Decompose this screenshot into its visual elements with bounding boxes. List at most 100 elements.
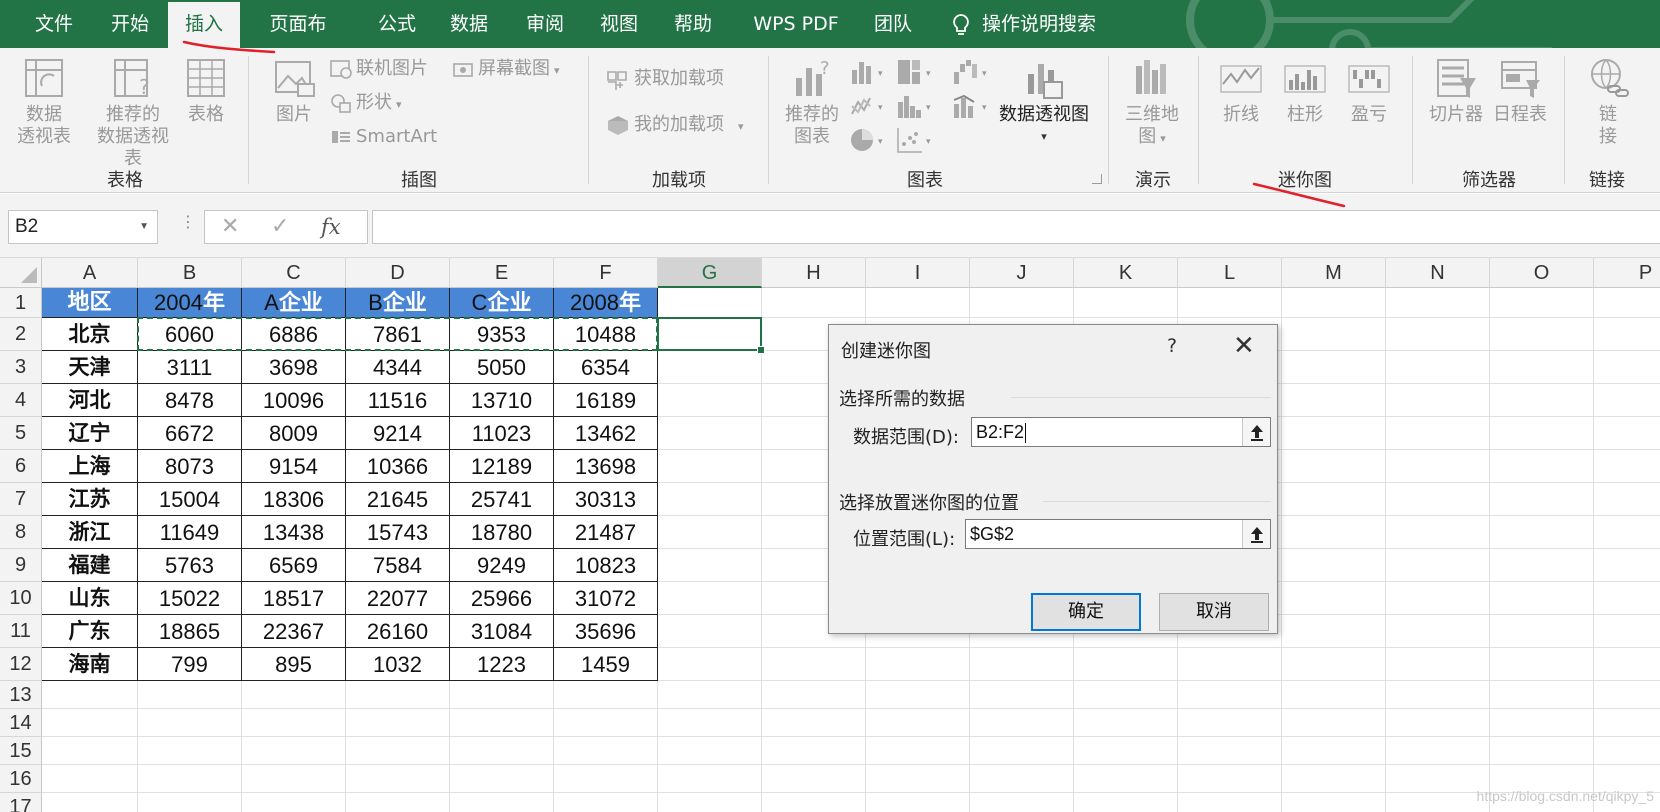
value-cell[interactable]: 30313	[554, 483, 658, 516]
insert-function-icon[interactable]: fx	[321, 211, 341, 243]
empty-cell[interactable]	[658, 582, 762, 615]
empty-cell[interactable]	[1386, 549, 1490, 582]
shapes-button[interactable]: 形状 ▾	[330, 90, 402, 118]
empty-cell[interactable]	[970, 681, 1074, 709]
value-cell[interactable]: 1459	[554, 648, 658, 681]
empty-cell[interactable]	[42, 793, 138, 812]
empty-cell[interactable]	[1178, 737, 1282, 765]
row-header[interactable]: 17	[0, 793, 42, 812]
empty-cell[interactable]	[762, 681, 866, 709]
value-cell[interactable]: 26160	[346, 615, 450, 648]
region-cell[interactable]: 福建	[42, 549, 138, 582]
row-header[interactable]: 9	[0, 549, 42, 582]
empty-cell[interactable]	[1074, 648, 1178, 681]
region-cell[interactable]: 浙江	[42, 516, 138, 549]
row-header[interactable]: 11	[0, 615, 42, 648]
empty-cell[interactable]	[1386, 384, 1490, 417]
value-cell[interactable]: 1032	[346, 648, 450, 681]
empty-cell[interactable]	[450, 709, 554, 737]
empty-cell[interactable]	[658, 516, 762, 549]
empty-cell[interactable]	[1282, 681, 1386, 709]
tab-view[interactable]: 视图	[592, 0, 646, 48]
empty-cell[interactable]	[554, 793, 658, 812]
empty-cell[interactable]	[866, 648, 970, 681]
empty-cell[interactable]	[450, 765, 554, 793]
value-cell[interactable]: 15004	[138, 483, 242, 516]
pie-chart-icon[interactable]: ▾	[850, 126, 890, 154]
empty-cell[interactable]	[1386, 765, 1490, 793]
empty-cell[interactable]	[658, 384, 762, 417]
scatter-chart-icon[interactable]: ▾	[896, 126, 936, 154]
empty-cell[interactable]	[1282, 516, 1386, 549]
empty-cell[interactable]	[1282, 351, 1386, 384]
empty-cell[interactable]	[658, 648, 762, 681]
empty-cell[interactable]	[1386, 417, 1490, 450]
tell-me-search[interactable]: 操作说明搜索	[948, 0, 1108, 48]
pivot-chart-button[interactable]: 数据透视图 ▾	[996, 56, 1092, 148]
empty-cell[interactable]	[346, 709, 450, 737]
formula-input[interactable]	[372, 210, 1660, 244]
empty-cell[interactable]	[1282, 417, 1386, 450]
value-cell[interactable]: 21487	[554, 516, 658, 549]
value-cell[interactable]: 13710	[450, 384, 554, 417]
empty-cell[interactable]	[658, 615, 762, 648]
value-cell[interactable]: 18865	[138, 615, 242, 648]
cancel-button[interactable]: 取消	[1159, 593, 1269, 631]
empty-cell[interactable]	[138, 737, 242, 765]
combo-chart-icon[interactable]: ▾	[952, 92, 992, 120]
region-cell[interactable]: 辽宁	[42, 417, 138, 450]
empty-cell[interactable]	[242, 709, 346, 737]
value-cell[interactable]: 18517	[242, 582, 346, 615]
line-chart-icon[interactable]: ▾	[850, 92, 890, 120]
row-header[interactable]: 16	[0, 765, 42, 793]
tab-team[interactable]: 团队	[866, 0, 920, 48]
empty-cell[interactable]	[1178, 288, 1282, 318]
value-cell[interactable]: 22077	[346, 582, 450, 615]
value-cell[interactable]: 6354	[554, 351, 658, 384]
empty-cell[interactable]	[1282, 793, 1386, 812]
cancel-entry-icon[interactable]: ✕	[221, 211, 239, 243]
empty-cell[interactable]	[658, 417, 762, 450]
empty-cell[interactable]	[1386, 582, 1490, 615]
empty-cell[interactable]	[1594, 288, 1660, 318]
empty-cell[interactable]	[658, 549, 762, 582]
empty-cell[interactable]	[1178, 648, 1282, 681]
empty-cell[interactable]	[1178, 681, 1282, 709]
tab-data[interactable]: 数据	[442, 0, 496, 48]
online-pictures-button[interactable]: 联机图片	[330, 56, 428, 82]
empty-cell[interactable]	[346, 737, 450, 765]
value-cell[interactable]: 25741	[450, 483, 554, 516]
column-header[interactable]: M	[1282, 258, 1386, 288]
empty-cell[interactable]	[970, 765, 1074, 793]
empty-cell[interactable]	[1490, 318, 1594, 351]
3d-map-button[interactable]: 三维地 图 ▾	[1120, 56, 1184, 150]
empty-cell[interactable]	[242, 765, 346, 793]
empty-cell[interactable]	[866, 681, 970, 709]
empty-cell[interactable]	[1282, 549, 1386, 582]
value-cell[interactable]: 1223	[450, 648, 554, 681]
empty-cell[interactable]	[1490, 483, 1594, 516]
empty-cell[interactable]	[1490, 737, 1594, 765]
column-header[interactable]: C	[242, 258, 346, 288]
empty-cell[interactable]	[1386, 681, 1490, 709]
empty-cell[interactable]	[554, 737, 658, 765]
tab-page-layout[interactable]: 页面布局	[258, 0, 338, 48]
pivot-table-button[interactable]: 数据 透视表	[14, 56, 74, 148]
row-header[interactable]: 6	[0, 450, 42, 483]
column-header[interactable]: B	[138, 258, 242, 288]
empty-cell[interactable]	[1490, 681, 1594, 709]
empty-cell[interactable]	[1490, 582, 1594, 615]
empty-cell[interactable]	[138, 765, 242, 793]
empty-cell[interactable]	[1282, 709, 1386, 737]
tab-home[interactable]: 开始	[100, 0, 160, 48]
empty-cell[interactable]	[1074, 681, 1178, 709]
empty-cell[interactable]	[1490, 516, 1594, 549]
empty-cell[interactable]	[1386, 288, 1490, 318]
ok-button[interactable]: 确定	[1031, 593, 1141, 631]
empty-cell[interactable]	[1282, 483, 1386, 516]
column-header[interactable]: E	[450, 258, 554, 288]
location-range-input[interactable]: $G$2	[965, 519, 1271, 549]
empty-cell[interactable]	[1386, 483, 1490, 516]
empty-cell[interactable]	[1282, 450, 1386, 483]
value-cell[interactable]: 13698	[554, 450, 658, 483]
